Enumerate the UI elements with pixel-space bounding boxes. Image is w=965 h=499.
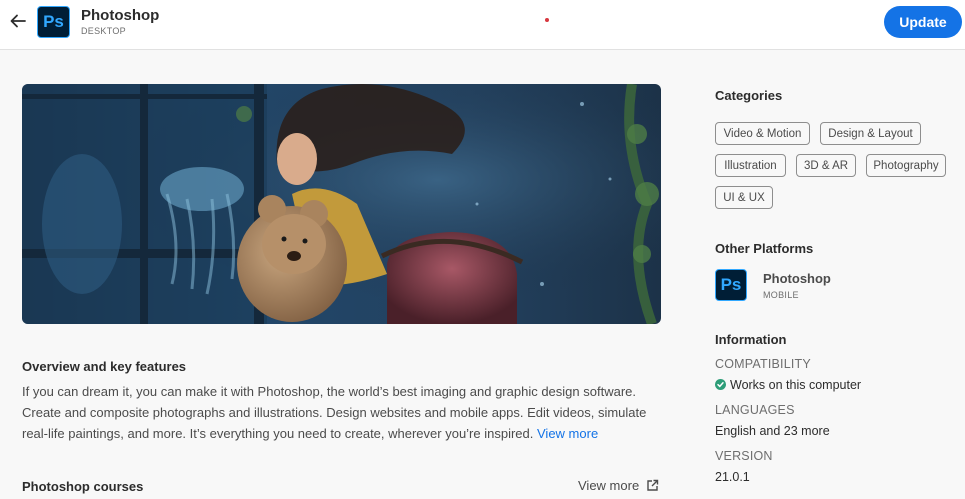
categories-title: Categories bbox=[715, 88, 783, 103]
photoshop-mobile-logo[interactable]: Ps bbox=[715, 269, 747, 301]
check-circle-icon bbox=[715, 379, 726, 390]
overview-description: If you can dream it, you can make it wit… bbox=[22, 381, 667, 444]
overview-view-more-link[interactable]: View more bbox=[537, 426, 598, 441]
hero-artwork bbox=[22, 84, 661, 324]
back-button[interactable] bbox=[8, 11, 28, 31]
category-illustration[interactable]: Illustration bbox=[715, 154, 786, 177]
external-link-icon bbox=[647, 479, 659, 491]
photoshop-logo: Ps bbox=[37, 6, 70, 38]
mobile-app-platform: MOBILE bbox=[763, 290, 799, 300]
mobile-app-title[interactable]: Photoshop bbox=[763, 271, 831, 286]
overview-title: Overview and key features bbox=[22, 359, 187, 374]
category-video-motion[interactable]: Video & Motion bbox=[715, 122, 810, 145]
languages-value: English and 23 more bbox=[715, 424, 830, 438]
hero-image bbox=[22, 84, 661, 324]
status-dot bbox=[545, 18, 549, 22]
compatibility-label: COMPATIBILITY bbox=[715, 357, 811, 371]
back-arrow-icon bbox=[10, 14, 26, 28]
compatibility-text: Works on this computer bbox=[730, 378, 862, 392]
other-platforms-title: Other Platforms bbox=[715, 241, 814, 256]
courses-view-more-label: View more bbox=[578, 478, 640, 493]
category-design-layout[interactable]: Design & Layout bbox=[820, 122, 921, 145]
compatibility-value: Works on this computer bbox=[715, 378, 861, 392]
version-value: 21.0.1 bbox=[715, 470, 750, 484]
update-button[interactable]: Update bbox=[884, 6, 962, 38]
app-header: Ps Photoshop DESKTOP Update bbox=[0, 0, 965, 50]
version-label: VERSION bbox=[715, 449, 773, 463]
courses-title: Photoshop courses bbox=[22, 479, 144, 494]
languages-label: LANGUAGES bbox=[715, 403, 795, 417]
information-title: Information bbox=[715, 332, 787, 347]
app-platform: DESKTOP bbox=[81, 26, 126, 36]
category-3d-ar[interactable]: 3D & AR bbox=[796, 154, 856, 177]
app-title: Photoshop bbox=[81, 7, 160, 24]
category-photography[interactable]: Photography bbox=[866, 154, 946, 177]
courses-view-more-link[interactable]: View more bbox=[578, 478, 659, 493]
category-ui-ux[interactable]: UI & UX bbox=[715, 186, 773, 209]
